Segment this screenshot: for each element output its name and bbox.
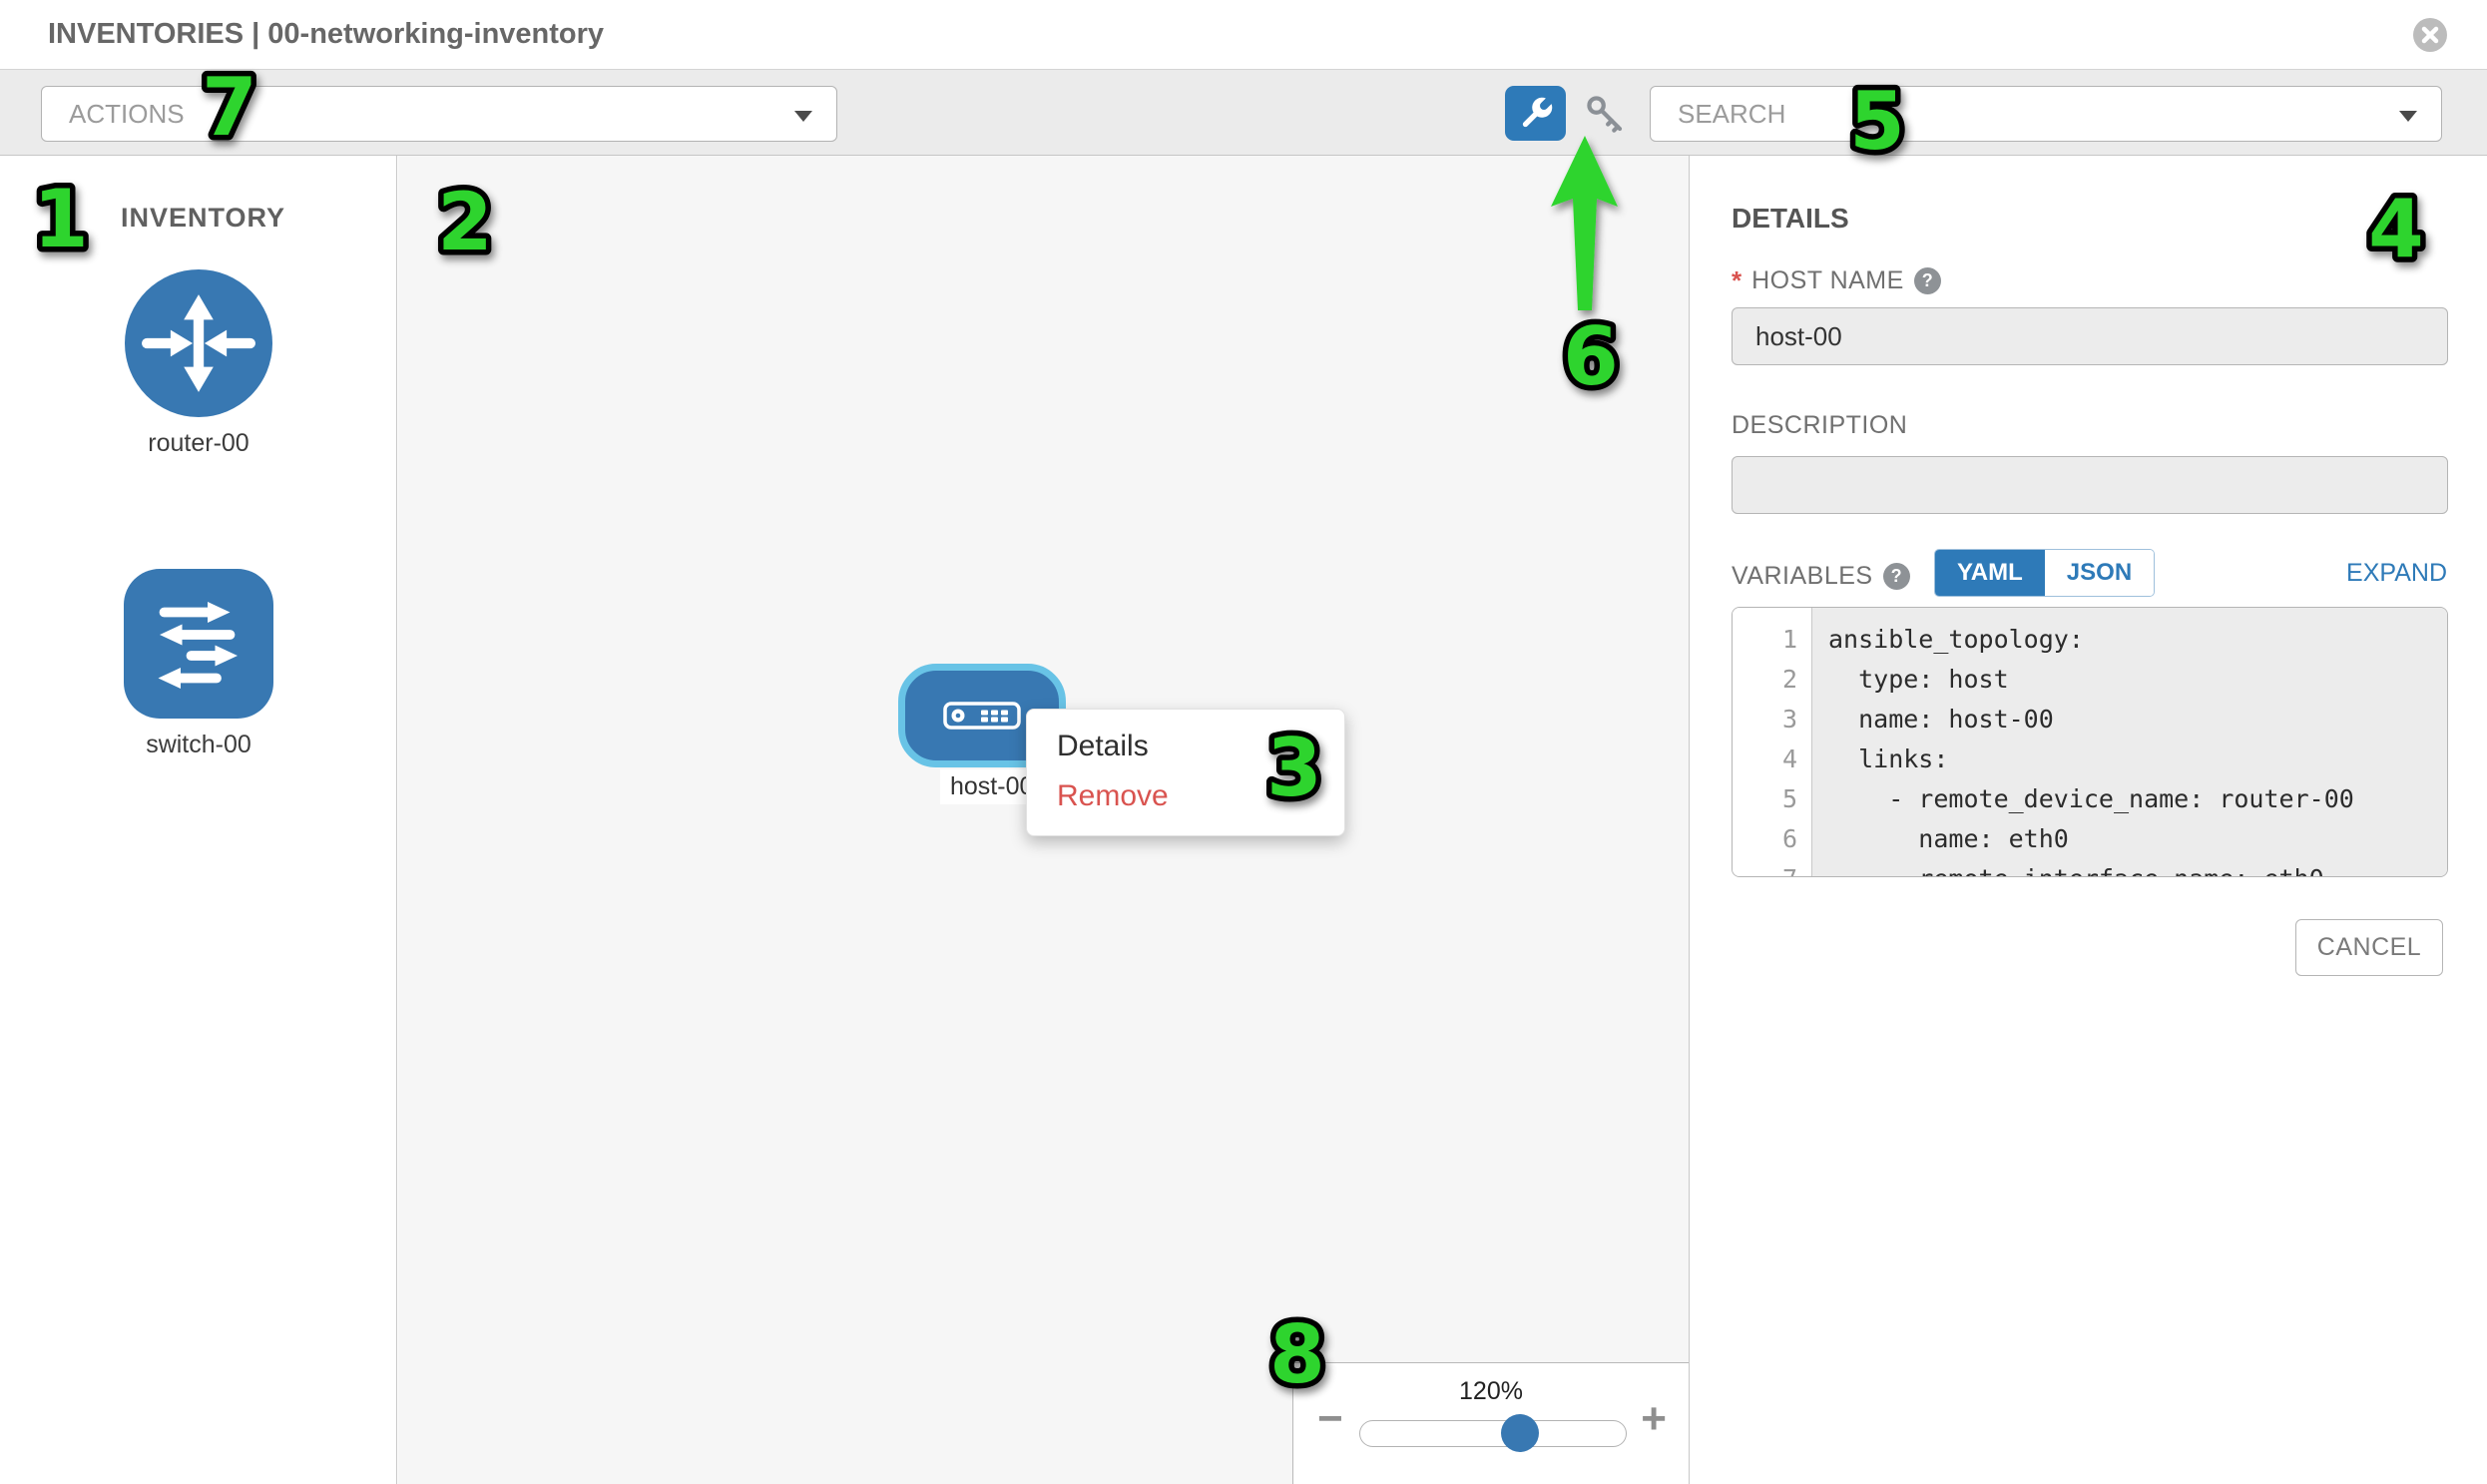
code-line: - remote_device_name: router-00 [1828, 779, 2447, 819]
switch-icon [124, 569, 273, 719]
credentials-key-button[interactable] [1577, 86, 1633, 141]
line-number: 3 [1733, 700, 1811, 740]
help-icon[interactable]: ? [1914, 267, 1941, 294]
actions-dropdown[interactable]: ACTIONS [41, 86, 837, 142]
sidebar-item-label: router-00 [124, 429, 273, 458]
code-line: name: host-00 [1828, 700, 2447, 740]
search-dropdown[interactable]: SEARCH [1650, 86, 2442, 142]
variables-format-toggle: YAML JSON [1934, 549, 2155, 597]
line-number: 1 [1733, 620, 1811, 660]
sidebar-item-switch[interactable]: switch-00 [124, 569, 273, 759]
main-area: INVENTORY router-00 [0, 156, 2487, 1484]
code-line: ansible_topology: [1828, 620, 2447, 660]
router-icon [125, 269, 272, 417]
tab-yaml[interactable]: YAML [1935, 550, 2045, 596]
code-line: remote_interface_name: eth0 [1828, 859, 2447, 877]
host-name-field[interactable] [1732, 307, 2448, 365]
menu-item-details[interactable]: Details [1027, 722, 1344, 771]
details-panel: DETAILS * HOST NAME ? DESCRIPTION VARIAB… [1691, 156, 2487, 1484]
zoom-slider-thumb[interactable] [1501, 1414, 1539, 1452]
line-number: 7 [1733, 859, 1811, 877]
line-number: 5 [1733, 779, 1811, 819]
zoom-in-button[interactable]: + [1641, 1397, 1667, 1441]
node-context-menu: Details Remove [1026, 709, 1345, 836]
zoom-out-button[interactable]: − [1317, 1397, 1343, 1441]
topology-canvas[interactable]: host-00 Details Remove 120% − + [398, 156, 1690, 1484]
configure-tools-button[interactable] [1505, 86, 1566, 141]
page-title: INVENTORIES | 00-networking-inventory [48, 0, 604, 69]
description-label: DESCRIPTION [1732, 411, 1907, 440]
line-number: 4 [1733, 740, 1811, 779]
header-bar: INVENTORIES | 00-networking-inventory [0, 0, 2487, 70]
details-heading: DETAILS [1732, 203, 1849, 235]
inventory-sidebar: INVENTORY router-00 [0, 156, 397, 1484]
variables-label-row: VARIABLES ? [1732, 562, 1910, 591]
host-device-icon [943, 702, 1021, 730]
menu-item-remove[interactable]: Remove [1027, 771, 1344, 821]
toolbar: ACTIONS SEARCH [0, 70, 2487, 156]
code-line: type: host [1828, 660, 2447, 700]
description-field[interactable] [1732, 456, 2448, 514]
inventory-topology-app: INVENTORIES | 00-networking-inventory AC… [0, 0, 2487, 1484]
search-dropdown-label: SEARCH [1678, 99, 1785, 130]
actions-dropdown-label: ACTIONS [69, 99, 185, 130]
tab-json[interactable]: JSON [2045, 550, 2154, 596]
zoom-slider-track[interactable] [1359, 1420, 1627, 1447]
key-icon [1584, 93, 1626, 135]
chevron-down-icon [2399, 111, 2417, 122]
variables-code-editor[interactable]: 1 2 3 4 5 6 7 ansible_topology: type: ho… [1732, 607, 2448, 877]
variables-label: VARIABLES [1732, 562, 1873, 591]
line-number: 6 [1733, 819, 1811, 859]
wrench-icon [1516, 94, 1556, 134]
x-glyph [2421, 26, 2439, 44]
code-line: links: [1828, 740, 2447, 779]
required-marker: * [1732, 265, 1741, 296]
cancel-button[interactable]: CANCEL [2295, 919, 2443, 976]
zoom-level-value: 120% [1293, 1377, 1689, 1406]
description-label-row: DESCRIPTION [1732, 411, 1907, 440]
code-content: ansible_topology: type: host name: host-… [1812, 608, 2447, 876]
host-name-label: HOST NAME [1751, 266, 1904, 295]
zoom-control-panel: 120% − + [1292, 1362, 1689, 1484]
expand-link[interactable]: EXPAND [2346, 559, 2447, 588]
sidebar-item-label: switch-00 [124, 731, 273, 759]
code-line-numbers: 1 2 3 4 5 6 7 [1733, 608, 1812, 876]
help-icon[interactable]: ? [1883, 563, 1910, 590]
close-icon[interactable] [2413, 18, 2447, 52]
chevron-down-icon [794, 111, 812, 122]
line-number: 2 [1733, 660, 1811, 700]
sidebar-item-router[interactable]: router-00 [124, 269, 273, 458]
host-name-label-row: * HOST NAME ? [1732, 265, 1941, 296]
code-line: name: eth0 [1828, 819, 2447, 859]
sidebar-heading: INVENTORY [121, 203, 285, 234]
